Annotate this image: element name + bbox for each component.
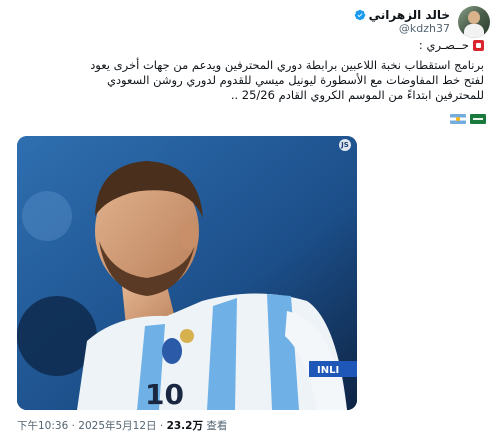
tweet-media-photo[interactable]: INLI 10 JS <box>17 136 357 410</box>
armband-text: INLI <box>317 365 339 376</box>
tweet-body: حــصـري : برنامج استقطاب نخبة اللاعبين ب… <box>16 38 484 103</box>
tweet-label-line: حــصـري : <box>16 38 484 53</box>
jersey-number: 10 <box>145 378 184 410</box>
tweet-date[interactable]: 2025年5月12日 <box>78 420 156 432</box>
avatar[interactable] <box>458 6 490 38</box>
argentina-flag-icon <box>450 114 466 124</box>
tweet-card: خالد الزهراني @kdzh37 حــصـري : برنامج ا… <box>0 0 500 440</box>
tweet-line-3: للمحترفين ابتداءً من الموسم الكروي القاد… <box>230 88 484 102</box>
meta-separator: · <box>68 420 79 432</box>
tweet-meta: 下午10:36 · 2025年5月12日 · 23.2万 查看 <box>17 418 227 433</box>
flag-emojis <box>450 114 486 124</box>
author-name-row: خالد الزهراني <box>354 8 450 22</box>
author-display-name[interactable]: خالد الزهراني <box>369 8 450 22</box>
verified-badge-icon <box>354 9 365 21</box>
tweet-line-2: لفتح خط المفاوضات مع الأسطورة ليونيل ميس… <box>106 73 484 87</box>
tweet-line-1: برنامج استقطاب نخبة اللاعبين برابطة دوري… <box>90 58 484 72</box>
meta-separator: · <box>156 420 167 432</box>
views-count: 23.2万 <box>166 420 203 432</box>
player-illustration: INLI 10 <box>17 136 357 410</box>
red-square-emoji-icon <box>473 40 484 51</box>
photo-badge: JS <box>339 139 351 151</box>
author-identity: خالد الزهراني @kdzh37 <box>354 8 450 36</box>
tweet-label: حــصـري : <box>418 38 469 52</box>
author-handle[interactable]: @kdzh37 <box>399 22 450 36</box>
tweet-header: خالد الزهراني @kdzh37 <box>10 6 490 38</box>
saudi-flag-icon <box>470 114 486 124</box>
views-label: 查看 <box>206 420 228 432</box>
tweet-time[interactable]: 下午10:36 <box>17 420 68 432</box>
